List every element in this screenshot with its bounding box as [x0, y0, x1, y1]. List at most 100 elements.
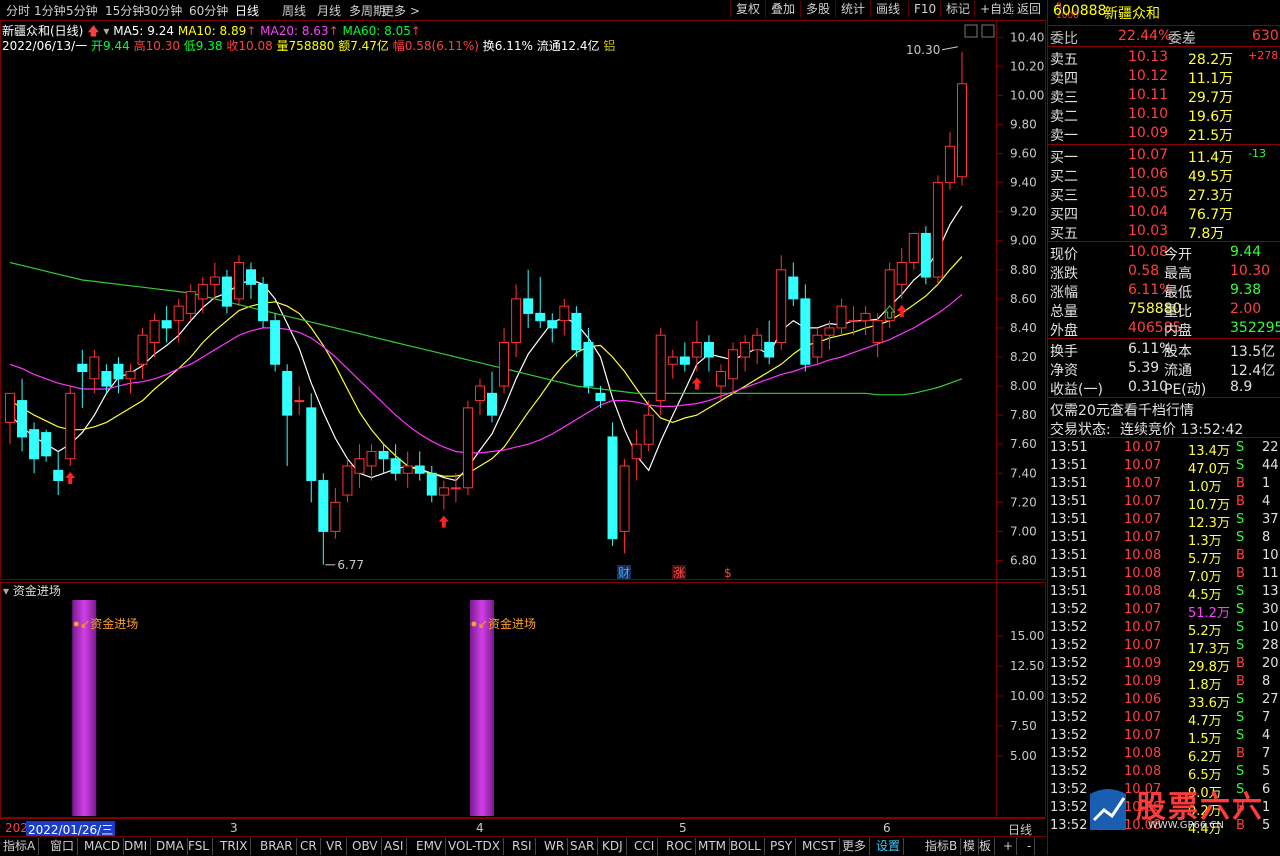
tick-count: 1: [1262, 476, 1271, 491]
toolbar-button-8[interactable]: 返回: [1011, 1, 1046, 18]
period-tab-7[interactable]: 周线: [282, 2, 306, 19]
y-tick-label: 8.80: [1010, 263, 1037, 277]
indicator-tab-dmi[interactable]: DMI: [121, 838, 152, 855]
candle: [462, 407, 473, 489]
order-book-row: 买三 10.05 27.3万: [1048, 184, 1280, 204]
candle: [535, 312, 546, 322]
tick-time: 13:52: [1050, 782, 1088, 797]
indicator-tab-emv[interactable]: EMV: [413, 838, 447, 855]
indicator-tab-macd[interactable]: MACD: [81, 838, 124, 855]
indicator-tab-psy[interactable]: PSY: [767, 838, 797, 855]
toolbar-button-2[interactable]: 多股: [800, 1, 835, 18]
collapse-icon[interactable]: ▾: [3, 584, 9, 598]
toolbar-button-4[interactable]: 画线: [870, 1, 905, 18]
period-tab-0[interactable]: 分时: [6, 2, 30, 19]
indicator-tab-cci[interactable]: CCI: [631, 838, 659, 855]
signal-dot-icon: [73, 621, 79, 627]
indicator-tab-cr[interactable]: CR: [297, 838, 321, 855]
tick-row: 13:51 10.07 47.0万 S 44: [1048, 457, 1280, 477]
period-tab-10[interactable]: 更多 >: [382, 2, 420, 19]
tick-count: 4: [1262, 728, 1271, 743]
indicator-tab-kdj[interactable]: KDJ: [599, 838, 627, 855]
sub-y-tick-label: 5.00: [1010, 749, 1037, 763]
period-tab-6[interactable]: 日线: [235, 2, 259, 19]
indicator-title[interactable]: ▾ 资金进场: [3, 582, 61, 599]
period-tab-8[interactable]: 月线: [317, 2, 341, 19]
indicator-tab-mtm[interactable]: MTM: [695, 838, 731, 855]
indicator-tab-更多[interactable]: 更多: [839, 838, 871, 855]
fund-inflow-label: ↙资金进场: [478, 616, 536, 631]
right-tab-0[interactable]: 指标B: [922, 838, 962, 855]
right-tab-4[interactable]: -: [1024, 838, 1036, 855]
candle: [752, 334, 763, 351]
order-volume: 29.7万: [1188, 90, 1234, 106]
period-tab-4[interactable]: 30分钟: [143, 2, 182, 19]
indicator-tab-fsl[interactable]: FSL: [185, 838, 213, 855]
candle: [920, 232, 931, 278]
order-price: 10.12: [1128, 68, 1169, 84]
stat-value: 9.38: [1230, 282, 1262, 298]
stat-value: 10.08: [1128, 244, 1169, 260]
y-tick-label: 9.20: [1010, 205, 1037, 219]
candlestick-chart[interactable]: 10.40 10.20 10.00 9.80 9.60 9.40 9.20 9.00 8.80 8…: [0, 20, 1046, 580]
indicator-tab-mcst[interactable]: MCST: [799, 838, 840, 855]
indicator-tab-roc[interactable]: ROC: [663, 838, 697, 855]
right-tab-2[interactable]: 板: [976, 838, 996, 855]
candle: [643, 414, 654, 445]
period-tab-9[interactable]: 多周期: [349, 2, 385, 19]
indicator-tab-窗口[interactable]: 窗口: [47, 838, 79, 855]
indicator-tab-boll[interactable]: BOLL: [727, 838, 765, 855]
indicator-tab-obv[interactable]: OBV: [349, 838, 382, 855]
toolbar-button-3[interactable]: 统计: [835, 1, 870, 18]
indicator-tab-设置[interactable]: 设置: [873, 838, 905, 855]
indicator-tab-dma[interactable]: DMA: [153, 838, 188, 855]
order-level-label: 买一: [1050, 150, 1078, 166]
quote-stat-row: 收益(一) 0.310 PE(动) 8.9: [1048, 378, 1280, 398]
right-tab-3[interactable]: +: [1000, 838, 1018, 855]
toolbar-button-6[interactable]: 标记: [940, 1, 975, 18]
indicator-tab-brar[interactable]: BRAR: [257, 838, 297, 855]
period-tab-2[interactable]: 5分钟: [66, 2, 98, 19]
indicator-tab-vr[interactable]: VR: [323, 838, 347, 855]
sub-y-tick-label: 7.50: [1010, 719, 1037, 733]
period-tab-3[interactable]: 15分钟: [105, 2, 144, 19]
toolbar-button-5[interactable]: F10: [908, 1, 941, 18]
order-volume: 11.4万: [1188, 150, 1234, 166]
candle: [824, 327, 835, 336]
candle: [619, 465, 630, 532]
promo-link[interactable]: 仅需20元查看千档行情: [1048, 399, 1280, 419]
indicator-tab-指标a[interactable]: 指标A: [0, 838, 40, 855]
indicator-tab-trix[interactable]: TRIX: [217, 838, 252, 855]
toolbar-button-0[interactable]: 复权: [730, 1, 765, 18]
toolbar-button-1[interactable]: 叠加: [765, 1, 800, 18]
chart-minimize-button: [964, 24, 978, 38]
tick-price: 10.07: [1124, 728, 1162, 743]
tick-time: 13:52: [1050, 692, 1088, 707]
y-tick-label: 7.60: [1010, 437, 1037, 451]
indicator-tab-sar[interactable]: SAR: [567, 838, 599, 855]
tick-row: 13:52 10.08 6.2万 B 7: [1048, 745, 1280, 765]
candle: [932, 182, 943, 278]
tick-row: 13:51 10.08 7.0万 B 11: [1048, 565, 1280, 585]
candle: [728, 349, 739, 380]
order-book-row: 卖三 10.11 29.7万: [1048, 86, 1280, 106]
quote-stat-row: 涨跌 0.58 最高 10.30: [1048, 262, 1280, 282]
tick-count: 28: [1262, 638, 1279, 653]
tick-count: 10: [1262, 548, 1279, 563]
period-tab-1[interactable]: 1分钟: [34, 2, 66, 19]
tick-price: 10.07: [1124, 530, 1162, 545]
candle: [944, 145, 955, 184]
tick-time: 13:52: [1050, 656, 1088, 671]
order-book-row: 卖一 10.09 21.5万: [1048, 124, 1280, 144]
stat-value: 2.00: [1230, 301, 1262, 317]
period-tab-5[interactable]: 60分钟: [189, 2, 228, 19]
fund-inflow-indicator-chart[interactable]: 15.00 12.50 10.00 7.50 5.00 ↙资金进场 ↙资金进场: [0, 582, 1046, 818]
tick-time: 13:51: [1050, 530, 1088, 545]
indicator-tab-rsi[interactable]: RSI: [509, 838, 536, 855]
order-book-row: 卖五 10.13 28.2万 +278: [1048, 48, 1280, 68]
order-price: 10.10: [1128, 106, 1169, 122]
indicator-tab-wr[interactable]: WR: [541, 838, 569, 855]
indicator-tab-asi[interactable]: ASI: [381, 838, 408, 855]
stat-value: 12.4亿: [1230, 363, 1276, 379]
indicator-tab-vol-tdx[interactable]: VOL-TDX: [445, 838, 504, 855]
